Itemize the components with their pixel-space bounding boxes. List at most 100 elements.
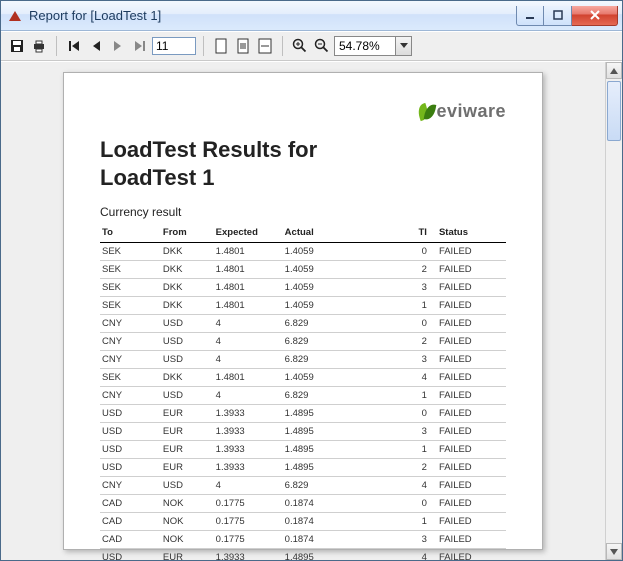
cell-ti: 1 bbox=[404, 297, 436, 315]
cell-from: DKK bbox=[161, 243, 214, 261]
cell-expected: 1.4801 bbox=[214, 297, 283, 315]
cell-to: CNY bbox=[100, 351, 161, 369]
cell-status: FAILED bbox=[437, 297, 506, 315]
table-row: CNYUSD46.8294FAILED bbox=[100, 477, 506, 495]
cell-from: EUR bbox=[161, 441, 214, 459]
cell-from: EUR bbox=[161, 459, 214, 477]
save-icon[interactable] bbox=[7, 36, 27, 56]
cell-to: SEK bbox=[100, 297, 161, 315]
report-subhead: Currency result bbox=[100, 205, 506, 219]
cell-expected: 1.4801 bbox=[214, 369, 283, 387]
table-row: USDEUR1.39331.48951FAILED bbox=[100, 441, 506, 459]
cell-ti: 0 bbox=[404, 405, 436, 423]
col-status: Status bbox=[437, 225, 506, 243]
cell-actual: 6.829 bbox=[283, 387, 405, 405]
cell-from: EUR bbox=[161, 423, 214, 441]
print-icon[interactable] bbox=[29, 36, 49, 56]
cell-actual: 0.1874 bbox=[283, 531, 405, 549]
table-row: CADNOK0.17750.18741FAILED bbox=[100, 513, 506, 531]
cell-ti: 1 bbox=[404, 387, 436, 405]
first-page-icon[interactable] bbox=[64, 36, 84, 56]
cell-status: FAILED bbox=[437, 423, 506, 441]
actual-size-icon[interactable] bbox=[211, 36, 231, 56]
cell-actual: 6.829 bbox=[283, 477, 405, 495]
cell-expected: 4 bbox=[214, 315, 283, 333]
col-actual: Actual bbox=[283, 225, 405, 243]
cell-actual: 1.4895 bbox=[283, 459, 405, 477]
maximize-button[interactable] bbox=[544, 6, 572, 26]
table-row: SEKDKK1.48011.40590FAILED bbox=[100, 243, 506, 261]
cell-ti: 1 bbox=[404, 513, 436, 531]
scroll-up-icon[interactable] bbox=[606, 62, 622, 79]
results-table: To From Expected Actual TI Status SEKDKK… bbox=[100, 225, 506, 560]
cell-expected: 1.4801 bbox=[214, 279, 283, 297]
cell-from: DKK bbox=[161, 261, 214, 279]
vertical-scrollbar[interactable] bbox=[605, 62, 622, 560]
table-row: CNYUSD46.8292FAILED bbox=[100, 333, 506, 351]
cell-status: FAILED bbox=[437, 441, 506, 459]
zoom-value: 54.78% bbox=[335, 39, 395, 53]
cell-from: EUR bbox=[161, 405, 214, 423]
close-button[interactable] bbox=[572, 6, 618, 26]
cell-ti: 4 bbox=[404, 369, 436, 387]
cell-actual: 6.829 bbox=[283, 351, 405, 369]
table-row: USDEUR1.39331.48953FAILED bbox=[100, 423, 506, 441]
page-number-input[interactable] bbox=[152, 37, 196, 55]
cell-expected: 1.4801 bbox=[214, 261, 283, 279]
cell-expected: 1.3933 bbox=[214, 549, 283, 561]
brand-name: eviware bbox=[436, 101, 506, 122]
cell-from: USD bbox=[161, 333, 214, 351]
cell-expected: 1.3933 bbox=[214, 423, 283, 441]
cell-status: FAILED bbox=[437, 495, 506, 513]
cell-expected: 0.1775 bbox=[214, 531, 283, 549]
col-from: From bbox=[161, 225, 214, 243]
scroll-down-icon[interactable] bbox=[606, 543, 622, 560]
chevron-down-icon[interactable] bbox=[395, 37, 411, 55]
cell-expected: 0.1775 bbox=[214, 495, 283, 513]
cell-ti: 0 bbox=[404, 315, 436, 333]
fit-page-icon[interactable] bbox=[233, 36, 253, 56]
cell-actual: 6.829 bbox=[283, 333, 405, 351]
last-page-icon[interactable] bbox=[130, 36, 150, 56]
fit-width-icon[interactable] bbox=[255, 36, 275, 56]
cell-expected: 4 bbox=[214, 333, 283, 351]
cell-actual: 6.829 bbox=[283, 315, 405, 333]
cell-to: USD bbox=[100, 441, 161, 459]
cell-ti: 4 bbox=[404, 549, 436, 561]
minimize-button[interactable] bbox=[516, 6, 544, 26]
cell-status: FAILED bbox=[437, 387, 506, 405]
scroll-track[interactable] bbox=[606, 79, 622, 543]
cell-ti: 0 bbox=[404, 243, 436, 261]
report-scroll-area[interactable]: eviware LoadTest Results for LoadTest 1 … bbox=[1, 62, 605, 560]
zoom-in-icon[interactable] bbox=[290, 36, 310, 56]
cell-ti: 0 bbox=[404, 495, 436, 513]
window-title: Report for [LoadTest 1] bbox=[29, 8, 161, 23]
table-row: CNYUSD46.8290FAILED bbox=[100, 315, 506, 333]
col-to: To bbox=[100, 225, 161, 243]
table-row: USDEUR1.39331.48952FAILED bbox=[100, 459, 506, 477]
cell-to: USD bbox=[100, 405, 161, 423]
report-title: LoadTest Results for LoadTest 1 bbox=[100, 136, 506, 191]
cell-expected: 1.4801 bbox=[214, 243, 283, 261]
table-row: CADNOK0.17750.18740FAILED bbox=[100, 495, 506, 513]
cell-ti: 3 bbox=[404, 423, 436, 441]
cell-actual: 1.4059 bbox=[283, 297, 405, 315]
brand-logo: eviware bbox=[418, 101, 506, 122]
cell-from: DKK bbox=[161, 369, 214, 387]
cell-ti: 3 bbox=[404, 279, 436, 297]
next-page-icon[interactable] bbox=[108, 36, 128, 56]
cell-to: SEK bbox=[100, 261, 161, 279]
cell-status: FAILED bbox=[437, 459, 506, 477]
scroll-thumb[interactable] bbox=[607, 81, 621, 141]
table-row: CNYUSD46.8291FAILED bbox=[100, 387, 506, 405]
zoom-out-icon[interactable] bbox=[312, 36, 332, 56]
cell-status: FAILED bbox=[437, 405, 506, 423]
cell-actual: 1.4895 bbox=[283, 405, 405, 423]
zoom-combo[interactable]: 54.78% bbox=[334, 36, 412, 56]
cell-to: SEK bbox=[100, 369, 161, 387]
col-expected: Expected bbox=[214, 225, 283, 243]
cell-status: FAILED bbox=[437, 243, 506, 261]
prev-page-icon[interactable] bbox=[86, 36, 106, 56]
cell-to: SEK bbox=[100, 243, 161, 261]
cell-expected: 1.3933 bbox=[214, 405, 283, 423]
